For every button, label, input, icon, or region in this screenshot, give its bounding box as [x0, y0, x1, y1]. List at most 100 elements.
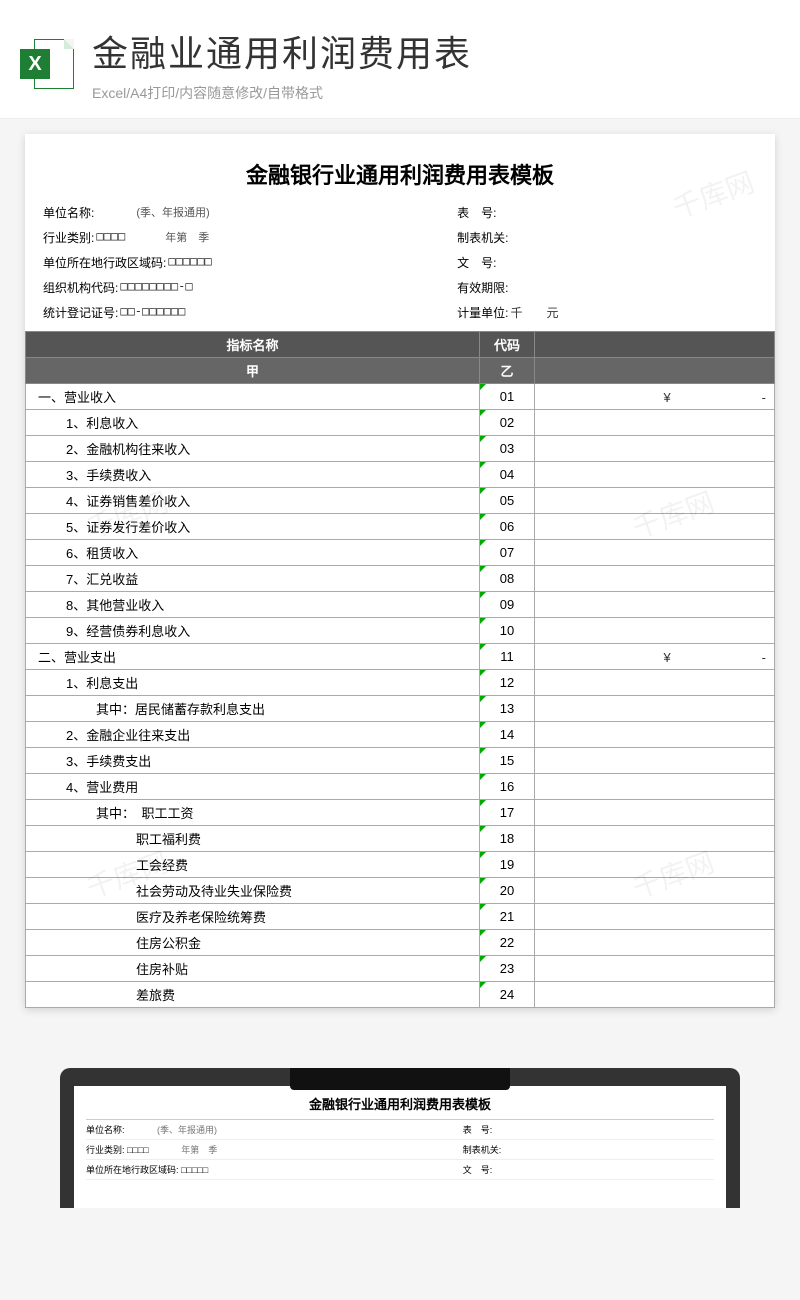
table-row: 住房补贴23: [26, 956, 775, 982]
indicator-code: 12: [480, 670, 535, 696]
excel-icon: X: [20, 37, 74, 91]
meta-value: □□-□□□□□□: [120, 304, 185, 321]
indicator-value: [535, 566, 775, 592]
indicator-value: [535, 800, 775, 826]
indicator-code: 20: [480, 878, 535, 904]
indicator-name: 9、经营债券利息收入: [26, 618, 480, 644]
col-name-header: 指标名称: [26, 332, 480, 358]
excel-x-badge: X: [20, 49, 50, 79]
spreadsheet-preview: 千库网 千库网 千库网 千库网 千库网 金融银行业通用利润费用表模板 单位名称:…: [25, 134, 775, 1008]
table-row: 6、租赁收入07: [26, 540, 775, 566]
meta-label: 制表机关:: [457, 231, 508, 245]
indicator-value: [535, 462, 775, 488]
meta-row: 单位名称:(季、年报通用)表 号:: [43, 200, 757, 225]
page-subtitle: Excel/A4打印/内容随意修改/自带格式: [92, 83, 472, 103]
table-row: 8、其他营业收入09: [26, 592, 775, 618]
meta-row: 单位所在地行政区域码:□□□□□□文 号:: [43, 250, 757, 275]
table-row: 社会劳动及待业失业保险费20: [26, 878, 775, 904]
indicator-value: [535, 956, 775, 982]
table-row: 5、证券发行差价收入06: [26, 514, 775, 540]
meta-value: □□□□□□□□-□: [120, 279, 192, 296]
table-row: 3、手续费收入04: [26, 462, 775, 488]
indicator-code: 09: [480, 592, 535, 618]
indicator-value: ¥ -: [535, 384, 775, 410]
table-row: 职工福利费18: [26, 826, 775, 852]
meta-row: 组织机构代码:□□□□□□□□-□有效期限:: [43, 275, 757, 300]
clipboard-clip: [290, 1068, 510, 1090]
indicator-code: 10: [480, 618, 535, 644]
indicator-value: [535, 826, 775, 852]
meta-row: 统计登记证号:□□-□□□□□□计量单位:千 元: [43, 300, 757, 325]
indicator-value: [535, 696, 775, 722]
indicator-name: 一、营业收入: [26, 384, 480, 410]
indicator-code: 07: [480, 540, 535, 566]
indicator-code: 23: [480, 956, 535, 982]
page-title: 金融业通用利润费用表: [92, 25, 472, 77]
app-header: X 金融业通用利润费用表 Excel/A4打印/内容随意修改/自带格式: [0, 0, 800, 119]
indicator-value: [535, 514, 775, 540]
col-code-header: 代码: [480, 332, 535, 358]
indicator-name: 其中： 职工工资: [26, 800, 480, 826]
indicator-name: 1、利息收入: [26, 410, 480, 436]
indicator-name: 社会劳动及待业失业保险费: [26, 878, 480, 904]
meta-value: □□□□: [96, 229, 125, 246]
indicator-code: 16: [480, 774, 535, 800]
table-row: 9、经营债券利息收入10: [26, 618, 775, 644]
preview-meta-row: 单位名称: (季、年报通用)表 号:: [86, 1120, 714, 1140]
meta-label: 单位所在地行政区域码:: [43, 254, 166, 271]
col-value-sub: [535, 358, 775, 384]
table-row: 住房公积金22: [26, 930, 775, 956]
indicator-name: 工会经费: [26, 852, 480, 878]
document-meta: 单位名称:(季、年报通用)表 号:行业类别:□□□□年第 季制表机关:单位所在地…: [25, 200, 775, 325]
meta-label: 组织机构代码:: [43, 279, 118, 296]
table-row: 2、金融企业往来支出14: [26, 722, 775, 748]
indicator-code: 21: [480, 904, 535, 930]
indicator-code: 24: [480, 982, 535, 1008]
indicator-code: 06: [480, 514, 535, 540]
indicator-name: 1、利息支出: [26, 670, 480, 696]
indicator-code: 02: [480, 410, 535, 436]
indicator-name: 2、金融机构往来收入: [26, 436, 480, 462]
indicator-name: 其中：居民储蓄存款利息支出: [26, 696, 480, 722]
indicator-code: 19: [480, 852, 535, 878]
indicator-value: [535, 722, 775, 748]
indicator-code: 22: [480, 930, 535, 956]
meta-label: 行业类别:: [43, 229, 94, 246]
indicator-value: [535, 540, 775, 566]
table-row: 4、营业费用16: [26, 774, 775, 800]
meta-label: 统计登记证号:: [43, 304, 118, 321]
indicator-code: 04: [480, 462, 535, 488]
indicator-name: 5、证券发行差价收入: [26, 514, 480, 540]
indicator-code: 01: [480, 384, 535, 410]
col-code-sub: 乙: [480, 358, 535, 384]
clipboard-preview: 金融银行业通用利润费用表模板 单位名称: (季、年报通用)表 号:行业类别: □…: [60, 1068, 740, 1208]
table-row: 二、营业支出11¥ -: [26, 644, 775, 670]
table-row: 其中：居民储蓄存款利息支出13: [26, 696, 775, 722]
col-value-header: [535, 332, 775, 358]
indicator-value: [535, 410, 775, 436]
indicator-value: [535, 670, 775, 696]
indicator-value: [535, 618, 775, 644]
table-row: 1、利息收入02: [26, 410, 775, 436]
indicator-name: 住房补贴: [26, 956, 480, 982]
table-row: 1、利息支出12: [26, 670, 775, 696]
indicator-name: 职工福利费: [26, 826, 480, 852]
indicator-value: [535, 878, 775, 904]
indicator-value: [535, 930, 775, 956]
indicator-name: 3、手续费收入: [26, 462, 480, 488]
indicator-name: 4、营业费用: [26, 774, 480, 800]
meta-label: 文 号:: [457, 256, 496, 270]
preview-title: 金融银行业通用利润费用表模板: [86, 1094, 714, 1120]
indicator-name: 医疗及养老保险统筹费: [26, 904, 480, 930]
indicator-value: [535, 982, 775, 1008]
indicator-name: 8、其他营业收入: [26, 592, 480, 618]
preview-meta-row: 单位所在地行政区域码: □□□□□ 文 号:: [86, 1160, 714, 1180]
document-title: 金融银行业通用利润费用表模板: [25, 152, 775, 200]
meta-label: 单位名称:: [43, 204, 94, 221]
indicator-code: 05: [480, 488, 535, 514]
table-row: 差旅费24: [26, 982, 775, 1008]
table-row: 3、手续费支出15: [26, 748, 775, 774]
indicator-value: [535, 592, 775, 618]
indicator-code: 13: [480, 696, 535, 722]
indicator-value: [535, 774, 775, 800]
